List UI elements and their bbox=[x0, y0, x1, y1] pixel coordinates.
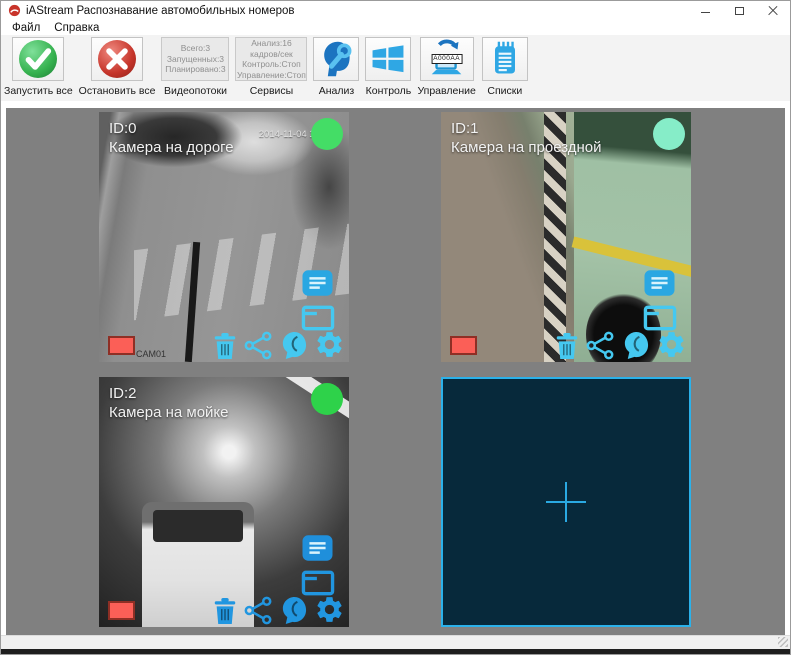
trash-icon[interactable] bbox=[212, 597, 238, 625]
streams-planned: Планировано:3 bbox=[165, 64, 225, 75]
status-dot bbox=[653, 118, 685, 150]
report-icon[interactable] bbox=[643, 268, 676, 298]
plus-icon bbox=[443, 379, 689, 625]
lists-item: Списки bbox=[482, 37, 528, 97]
streams-total: Всего:3 bbox=[181, 43, 210, 54]
camera-tile-0[interactable]: ID:0 Камера на дороге 2014-11-04 13:31:5… bbox=[99, 112, 349, 362]
share-icon[interactable] bbox=[244, 331, 273, 360]
report-icon[interactable] bbox=[301, 268, 334, 298]
window-title: iAStream Распознавание автомобильных ном… bbox=[26, 5, 295, 17]
streams-panel-item: Всего:3 Запущенных:3 Планировано:3 Видео… bbox=[161, 37, 229, 97]
camera-name: Камера на проездной bbox=[451, 138, 602, 157]
menu-file[interactable]: Файл bbox=[5, 22, 47, 34]
services-control: Контроль:Стоп bbox=[242, 59, 301, 70]
windows-logo-icon bbox=[368, 39, 408, 79]
analysis-button[interactable] bbox=[313, 37, 359, 81]
camera-label: ID:0 Камера на дороге bbox=[109, 119, 234, 157]
streams-panel-label: Видеопотоки bbox=[164, 85, 227, 97]
control-item: Контроль bbox=[365, 37, 411, 97]
streams-info-panel: Всего:3 Запущенных:3 Планировано:3 bbox=[161, 37, 229, 81]
head-wrench-icon bbox=[316, 39, 356, 79]
window-icon[interactable] bbox=[642, 304, 678, 332]
start-all-label: Запустить все bbox=[4, 85, 73, 97]
head-icon[interactable] bbox=[279, 596, 308, 625]
window-controls bbox=[688, 1, 790, 20]
services-panel-item: Анализ:16 кадров/сек Контроль:Стоп Управ… bbox=[235, 37, 307, 97]
resize-grip-icon[interactable] bbox=[778, 637, 788, 647]
maximize-button[interactable] bbox=[722, 1, 756, 20]
start-all-check-icon bbox=[19, 40, 57, 78]
close-icon bbox=[768, 6, 778, 16]
gear-icon[interactable] bbox=[656, 329, 687, 360]
camera-name: Камера на дороге bbox=[109, 138, 234, 157]
status-dot bbox=[311, 383, 343, 415]
camera-actions bbox=[212, 594, 345, 625]
record-indicator bbox=[108, 601, 135, 620]
stop-all-cross-icon bbox=[98, 40, 136, 78]
trash-icon[interactable] bbox=[212, 332, 238, 360]
stop-all-label: Остановить все bbox=[79, 85, 156, 97]
services-analysis: Анализ:16 bbox=[251, 38, 292, 49]
camera-watermark: CAM01 bbox=[136, 349, 166, 359]
app-icon bbox=[8, 4, 21, 17]
menu-bar: Файл Справка bbox=[1, 20, 790, 35]
services-management: Управление:Стоп bbox=[237, 70, 306, 81]
camera-grid: ID:0 Камера на дороге 2014-11-04 13:31:5… bbox=[6, 108, 785, 641]
status-dot bbox=[311, 118, 343, 150]
camera-tile-2[interactable]: ID:2 Камера на мойке bbox=[99, 377, 349, 627]
close-button[interactable] bbox=[756, 1, 790, 20]
camera-id: ID:1 bbox=[451, 119, 602, 138]
start-all-item: Запустить все bbox=[4, 37, 73, 97]
camera-tile-1[interactable]: ID:1 Камера на проездной bbox=[441, 112, 691, 362]
minimize-icon bbox=[701, 12, 710, 13]
camera-label: ID:1 Камера на проездной bbox=[451, 119, 602, 157]
control-label: Контроль bbox=[366, 85, 412, 97]
feed-decor bbox=[153, 510, 243, 543]
window-icon[interactable] bbox=[300, 304, 336, 332]
management-item: A000AA Управление bbox=[417, 37, 475, 97]
minimize-button[interactable] bbox=[688, 1, 722, 20]
report-icon[interactable] bbox=[301, 533, 334, 563]
services-info-panel: Анализ:16 кадров/сек Контроль:Стоп Управ… bbox=[235, 37, 307, 81]
stop-all-button[interactable] bbox=[91, 37, 143, 81]
title-bar: iAStream Распознавание автомобильных ном… bbox=[1, 1, 790, 20]
notepad-icon bbox=[485, 39, 525, 79]
trash-icon[interactable] bbox=[554, 332, 580, 360]
control-button[interactable] bbox=[365, 37, 411, 81]
record-indicator bbox=[108, 336, 135, 355]
maximize-icon bbox=[735, 7, 744, 15]
stop-all-item: Остановить все bbox=[79, 37, 156, 97]
window-icon[interactable] bbox=[300, 569, 336, 597]
services-panel-label: Сервисы bbox=[250, 85, 294, 97]
share-icon[interactable] bbox=[586, 331, 615, 360]
management-button[interactable]: A000AA bbox=[420, 37, 474, 81]
lists-button[interactable] bbox=[482, 37, 528, 81]
services-fps: кадров/сек bbox=[250, 49, 293, 60]
management-label: Управление bbox=[417, 85, 475, 97]
license-plate-badge: A000AA bbox=[431, 54, 462, 64]
status-bar bbox=[1, 635, 790, 649]
lists-label: Списки bbox=[487, 85, 522, 97]
gear-icon[interactable] bbox=[314, 329, 345, 360]
add-camera-tile[interactable] bbox=[441, 377, 691, 627]
toolbar: Запустить все Остановить все Всего:3 Зап… bbox=[1, 35, 790, 101]
analysis-label: Анализ bbox=[319, 85, 354, 97]
bottom-edge bbox=[1, 649, 790, 654]
start-all-button[interactable] bbox=[12, 37, 64, 81]
gear-icon[interactable] bbox=[314, 594, 345, 625]
head-icon[interactable] bbox=[621, 331, 650, 360]
camera-actions bbox=[554, 329, 687, 360]
camera-actions bbox=[212, 329, 345, 360]
camera-id: ID:0 bbox=[109, 119, 234, 138]
camera-name: Камера на мойке bbox=[109, 403, 229, 422]
share-icon[interactable] bbox=[244, 596, 273, 625]
menu-help[interactable]: Справка bbox=[47, 22, 106, 34]
record-indicator bbox=[450, 336, 477, 355]
analysis-item: Анализ bbox=[313, 37, 359, 97]
streams-running: Запущенных:3 bbox=[167, 54, 224, 65]
camera-label: ID:2 Камера на мойке bbox=[109, 384, 229, 422]
camera-id: ID:2 bbox=[109, 384, 229, 403]
head-icon[interactable] bbox=[279, 331, 308, 360]
plus-icon-bar bbox=[546, 501, 586, 504]
